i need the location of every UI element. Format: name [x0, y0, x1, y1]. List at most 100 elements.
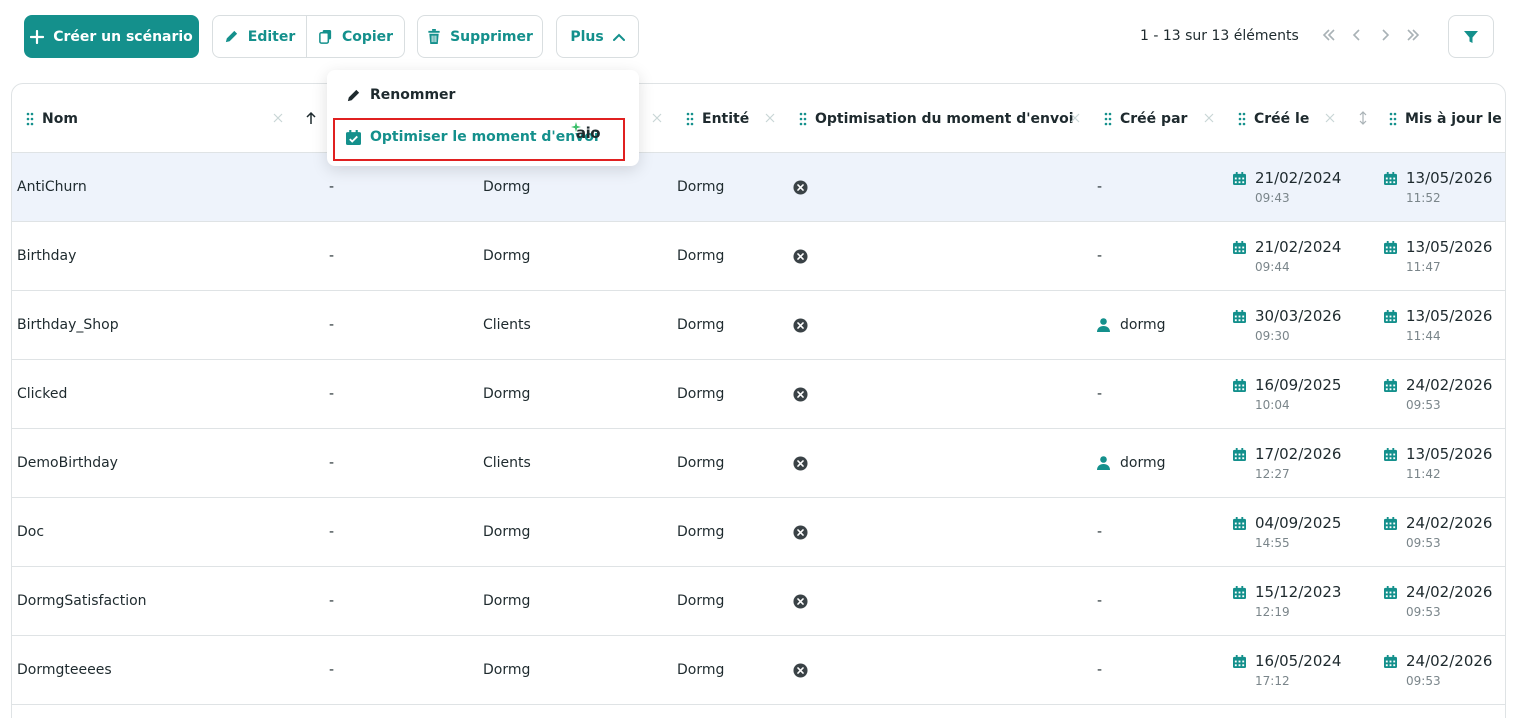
- created-on-value: 30/03/2026 09:30: [1233, 307, 1341, 343]
- optimization-status: [793, 498, 808, 566]
- clear-column-icon[interactable]: [1068, 111, 1082, 125]
- updated-date: 13/05/2026: [1406, 238, 1493, 256]
- optimization-status: [793, 636, 808, 704]
- optimization-status: [793, 360, 808, 428]
- cell-value: -: [329, 248, 335, 264]
- table-row[interactable]: Birthday_Shop - Clients Dormg dormg 30/0…: [12, 291, 1505, 360]
- copy-button[interactable]: Copier: [307, 16, 404, 57]
- drag-handle-icon[interactable]: [686, 112, 694, 126]
- edit-label: Editer: [247, 28, 296, 45]
- cell-value: Dormg: [483, 248, 531, 264]
- menu-item-rename[interactable]: Renommer: [346, 87, 455, 103]
- cell-value: -: [329, 593, 335, 609]
- updated-time: 11:52: [1406, 191, 1441, 205]
- disabled-circle-icon: [793, 386, 808, 402]
- column-label-entity: Entité: [702, 110, 750, 127]
- entity-value: Dormg: [677, 455, 725, 471]
- disabled-circle-icon: [793, 662, 808, 678]
- table-row[interactable]: Birthday - Dormg Dormg - 21/02/2024 09:4…: [12, 222, 1505, 291]
- updated-time: 09:53: [1406, 398, 1441, 412]
- created-time: 12:19: [1255, 605, 1290, 619]
- column-label-created-by: Créé par: [1120, 110, 1188, 127]
- table-row[interactable]: Clicked - Dormg Dormg - 16/09/2025 10:04…: [12, 360, 1505, 429]
- column-label-name: Nom: [42, 110, 78, 127]
- created-by-value: -: [1097, 179, 1103, 195]
- clear-column-icon[interactable]: [1202, 111, 1216, 125]
- column-header-created-on[interactable]: Créé le: [1238, 84, 1309, 153]
- calendar-icon: [1384, 654, 1397, 668]
- created-by-value: dormg: [1097, 429, 1166, 497]
- updated-on-value: 13/05/2026 11:42: [1384, 445, 1492, 481]
- column-header-created-by[interactable]: Créé par: [1104, 84, 1187, 153]
- filter-button[interactable]: [1448, 15, 1494, 58]
- table-row[interactable]: AntiChurn - Dormg Dormg - 21/02/2024 09:…: [12, 153, 1505, 222]
- more-button[interactable]: Plus: [556, 15, 639, 58]
- scenario-name: Clicked: [17, 386, 68, 402]
- created-by-name: dormg: [1120, 455, 1166, 471]
- last-page-icon[interactable]: [1404, 26, 1422, 44]
- optimization-status: [793, 222, 808, 290]
- table-row[interactable]: DemoBirthday - Clients Dormg dormg 17/02…: [12, 429, 1505, 498]
- column-header-updated-on[interactable]: Mis à jour le: [1389, 84, 1502, 153]
- column-header-optimization[interactable]: Optimisation du moment d'envoi: [799, 84, 1074, 153]
- first-page-icon[interactable]: [1320, 26, 1338, 44]
- updated-time: 09:53: [1406, 674, 1441, 688]
- previous-page-icon[interactable]: [1348, 26, 1366, 44]
- drag-handle-icon[interactable]: [26, 112, 34, 126]
- created-date: 17/02/2026: [1255, 445, 1342, 463]
- column-header-entity[interactable]: Entité: [686, 84, 749, 153]
- cell-value: Dormg: [483, 593, 531, 609]
- sort-ascending-icon[interactable]: [304, 111, 318, 125]
- updated-time: 09:53: [1406, 536, 1441, 550]
- created-date: 16/09/2025: [1255, 376, 1342, 394]
- created-time: 09:43: [1255, 191, 1290, 205]
- trash-icon: [428, 29, 440, 44]
- disabled-circle-icon: [793, 593, 808, 609]
- create-scenario-button[interactable]: Créer un scénario: [24, 15, 199, 58]
- created-by-value: -: [1097, 662, 1103, 678]
- column-label-optimization: Optimisation du moment d'envoi: [815, 110, 1074, 127]
- created-date: 16/05/2024: [1255, 652, 1342, 670]
- calendar-icon: [1384, 516, 1397, 530]
- optimization-status: [793, 153, 808, 221]
- table-row[interactable]: DormgSatisfaction - Dormg Dormg - 15/12/…: [12, 567, 1505, 636]
- table-row[interactable]: Doc - Dormg Dormg - 04/09/2025 14:55 24/…: [12, 498, 1505, 567]
- optimization-status: [793, 567, 808, 635]
- disabled-circle-icon: [793, 455, 808, 471]
- updated-time: 11:47: [1406, 260, 1441, 274]
- drag-handle-icon[interactable]: [1389, 112, 1397, 126]
- sort-icon[interactable]: [1356, 111, 1370, 125]
- optimization-status: [793, 429, 808, 497]
- calendar-icon: [1233, 654, 1246, 668]
- user-chip: dormg: [1097, 317, 1166, 333]
- created-by-value: -: [1097, 386, 1103, 402]
- filter-icon: [1464, 30, 1478, 43]
- next-page-icon[interactable]: [1376, 26, 1394, 44]
- delete-button[interactable]: Supprimer: [417, 15, 543, 58]
- drag-handle-icon[interactable]: [1238, 112, 1246, 126]
- clear-column-icon[interactable]: [763, 111, 777, 125]
- drag-handle-icon[interactable]: [799, 112, 807, 126]
- clear-column-icon[interactable]: [271, 111, 285, 125]
- updated-date: 13/05/2026: [1406, 445, 1493, 463]
- updated-on-value: 13/05/2026 11:47: [1384, 238, 1492, 274]
- calendar-icon: [1384, 378, 1397, 392]
- clear-column-icon[interactable]: [1323, 111, 1337, 125]
- edit-button[interactable]: Editer: [213, 16, 307, 57]
- scenario-name: AntiChurn: [17, 179, 87, 195]
- created-time: 10:04: [1255, 398, 1290, 412]
- drag-handle-icon[interactable]: [1104, 112, 1112, 126]
- entity-value: Dormg: [677, 317, 725, 333]
- column-header-name[interactable]: Nom: [26, 84, 78, 153]
- entity-value: Dormg: [677, 248, 725, 264]
- updated-date: 13/05/2026: [1406, 169, 1493, 187]
- created-date: 04/09/2025: [1255, 514, 1342, 532]
- created-time: 09:30: [1255, 329, 1290, 343]
- scenario-name: Birthday: [17, 248, 77, 264]
- created-on-value: 21/02/2024 09:43: [1233, 169, 1341, 205]
- entity-value: Dormg: [677, 386, 725, 402]
- clear-column-icon[interactable]: [650, 111, 664, 125]
- pencil-icon: [347, 89, 360, 101]
- table-row[interactable]: Dormgteeees - Dormg Dormg - 16/05/2024 1…: [12, 636, 1505, 705]
- calendar-icon: [1233, 240, 1246, 254]
